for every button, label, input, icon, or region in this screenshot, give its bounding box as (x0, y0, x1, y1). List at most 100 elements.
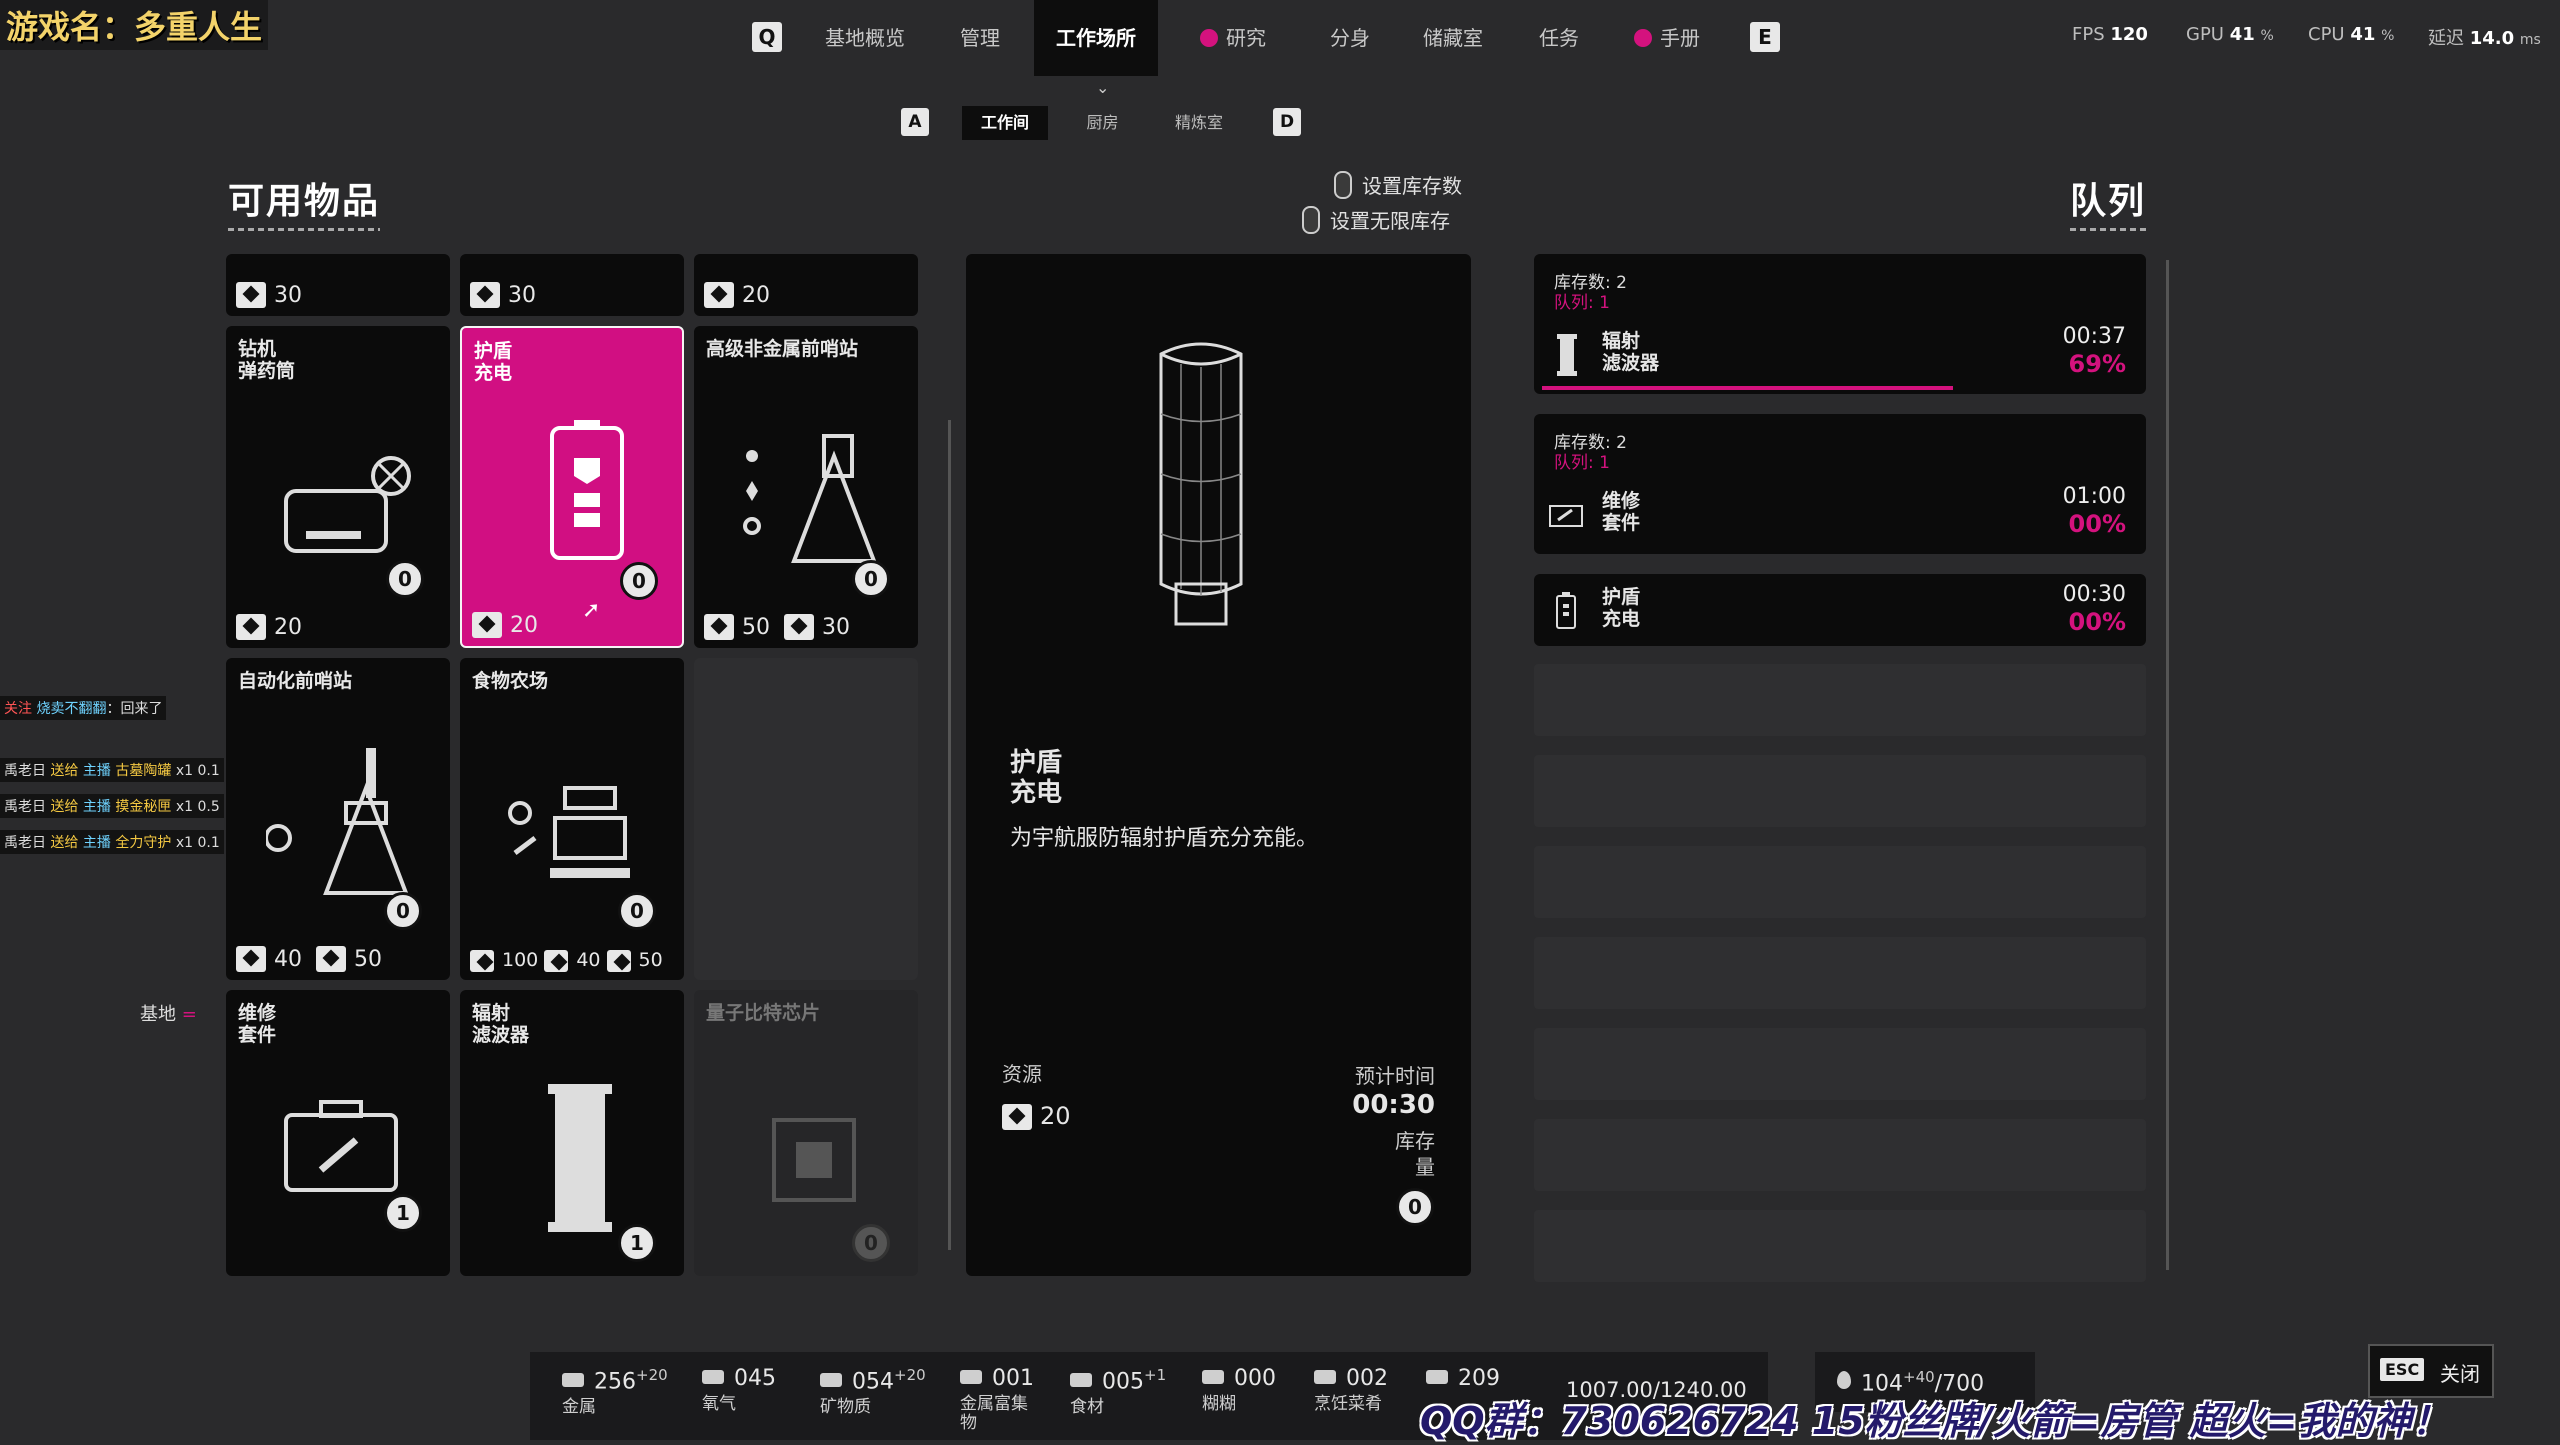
cpu-unit: % (2381, 28, 2395, 44)
latency-label: 延迟 (2428, 28, 2464, 49)
item-name: 高级非金属前哨站 (706, 338, 859, 360)
item-card-shield-charge[interactable]: 护盾 充电 0 20 ➚ (460, 326, 684, 648)
base-label: 基地 = (140, 1004, 197, 1025)
item-cost: 20 (704, 282, 770, 308)
mineral-icon (472, 612, 502, 638)
queue-empty-slot (1534, 846, 2146, 918)
gpu-readout: GPU 41 % (2186, 24, 2274, 45)
queue-time: 01:00 (2062, 484, 2126, 509)
item-card-drill-ammo[interactable]: 钻机 弹药筒 0 20 (226, 326, 450, 648)
oxygen-icon (544, 950, 569, 972)
tab-manual[interactable]: 手册 (1634, 0, 1700, 76)
queue-scrollbar[interactable] (2166, 260, 2169, 1270)
chat-target: 主播 (82, 835, 111, 851)
queue-empty-slot (1534, 755, 2146, 827)
item-card-partial[interactable]: 30 (460, 254, 684, 316)
active-tab-chevron-icon: ⌄ (1096, 78, 1110, 97)
mineral-icon (1002, 1104, 1032, 1130)
subtab-prev-key[interactable]: A (901, 108, 929, 136)
items-scrollbar[interactable] (948, 420, 951, 1250)
tab-management[interactable]: 管理 (960, 0, 1000, 76)
item-card-automation-outpost[interactable]: 自动化前哨站 0 40 50 (226, 658, 450, 980)
item-card-partial[interactable]: 20 (694, 254, 918, 316)
queue-time: 00:30 (2062, 582, 2126, 607)
queue-percent: 00% (2068, 510, 2126, 538)
chat-target: 主播 (82, 763, 111, 779)
queue-entry-repair-kit[interactable]: 库存数: 2 队列: 1 维修 套件 01:00 00% (1534, 414, 2146, 554)
queue-progress-bar (1542, 386, 1953, 390)
item-stock-badge: 0 (620, 562, 658, 600)
stream-bottom-text-overlay: QQ群：730626724 15粉丝牌/火箭=房管 超火=我的神！ (1420, 1399, 2450, 1443)
cost-value: 50 (742, 615, 770, 640)
detail-resources-label: 资源 (1002, 1062, 1042, 1086)
item-stock-badge: 0 (384, 892, 422, 930)
queue-item-name: 护盾 充电 (1602, 586, 1641, 630)
chat-gift: 古墓陶罐 (115, 763, 172, 779)
mouse-cursor-icon: ➚ (582, 598, 601, 623)
cost-value: 20 (742, 283, 770, 308)
subtab-workshop[interactable]: 工作间 (962, 106, 1048, 140)
subtab-kitchen[interactable]: 厨房 (1065, 106, 1140, 140)
repair-kit-icon (1549, 505, 1583, 527)
gpu-unit: % (2260, 28, 2274, 44)
item-cost: 100 40 50 (470, 949, 663, 972)
resource-value: 045 (734, 1366, 776, 1391)
item-card-radiation-filter[interactable]: 辐射 滤波器 1 (460, 990, 684, 1276)
tab-clones[interactable]: 分身 (1330, 0, 1370, 76)
queue-entry-radiation-filter[interactable]: 库存数: 2 队列: 1 辐射 滤波器 00:37 69% (1534, 254, 2146, 394)
subtab-next-key[interactable]: D (1273, 108, 1301, 136)
queue-empty-slot (1534, 1119, 2146, 1191)
metal-icon (470, 282, 500, 308)
detail-description: 为宇航服防辐射护盾充分充能。 (1010, 826, 1319, 851)
chat-gift: 摸金秘匣 (115, 799, 172, 815)
item-cost: 30 (470, 282, 536, 308)
outpost-icon (266, 748, 409, 895)
chat-action: 送给 (50, 763, 79, 779)
chat-action: 送给 (50, 835, 79, 851)
resource-paste: 000 糊糊 (1202, 1366, 1276, 1414)
item-stock-badge: 0 (386, 560, 424, 598)
subtab-refinery[interactable]: 精炼室 (1160, 106, 1238, 140)
chat-gift-line: 禹老日 送给 主播 全力守护 x1 0.1 (0, 830, 224, 854)
chat-user: 禹老日 (4, 835, 46, 851)
resource-value: 256 (594, 1369, 636, 1395)
drill-ammo-icon (284, 456, 411, 553)
item-card-repair-kit[interactable]: 维修 套件 1 (226, 990, 450, 1276)
base-label-text: 基地 (140, 1004, 176, 1025)
tab-research[interactable]: 研究 (1200, 0, 1266, 76)
queue-item-name: 维修 套件 (1602, 490, 1641, 534)
resource-metal-concentrate: 001 金属富集物 (960, 1366, 1040, 1433)
cpu-label: CPU (2308, 24, 2345, 45)
item-card-qubit-chip-locked[interactable]: 量子比特芯片 0 (694, 990, 918, 1276)
population-icon (1426, 1370, 1448, 1384)
nav-prev-key[interactable]: Q (752, 22, 782, 52)
tab-storage[interactable]: 储藏室 (1423, 0, 1483, 76)
water-delta: +40 (1903, 1368, 1935, 1386)
metal-icon (704, 614, 734, 640)
filter-icon (548, 1084, 612, 1232)
item-card-advanced-nonmetal-outpost[interactable]: 高级非金属前哨站 0 50 30 (694, 326, 918, 648)
paste-icon (1202, 1370, 1224, 1384)
resource-value: 209 (1458, 1366, 1500, 1391)
tab-workplace[interactable]: 工作场所 (1034, 0, 1158, 76)
item-stock-badge: 0 (852, 560, 890, 598)
queue-percent: 69% (2068, 350, 2126, 378)
gpu-label: GPU (2186, 24, 2224, 45)
queue-title: 队列 (2070, 172, 2146, 231)
item-card-partial[interactable]: 30 (226, 254, 450, 316)
item-stock-badge: 1 (384, 1194, 422, 1232)
chat-count: x1 (175, 799, 194, 815)
tab-tasks[interactable]: 任务 (1539, 0, 1579, 76)
detail-item-name: 护盾 充电 (1010, 748, 1063, 808)
battery-icon (550, 420, 624, 560)
queue-count: 队列: 1 (1554, 453, 1610, 473)
resource-ingredients: 005+1 食材 (1070, 1366, 1166, 1417)
resource-delta: +1 (1144, 1366, 1167, 1384)
hint-set-stock-label: 设置库存数 (1362, 174, 1462, 198)
nav-next-key[interactable]: E (1750, 22, 1780, 52)
item-card-food-farm[interactable]: 食物农场 0 100 40 50 (460, 658, 684, 980)
queue-entry-shield-charge[interactable]: 护盾 充电 00:30 00% (1534, 574, 2146, 646)
tab-base-overview[interactable]: 基地概览 (825, 0, 905, 76)
item-cost: 50 30 (704, 614, 850, 640)
chat-tag: 关注 (4, 701, 32, 717)
